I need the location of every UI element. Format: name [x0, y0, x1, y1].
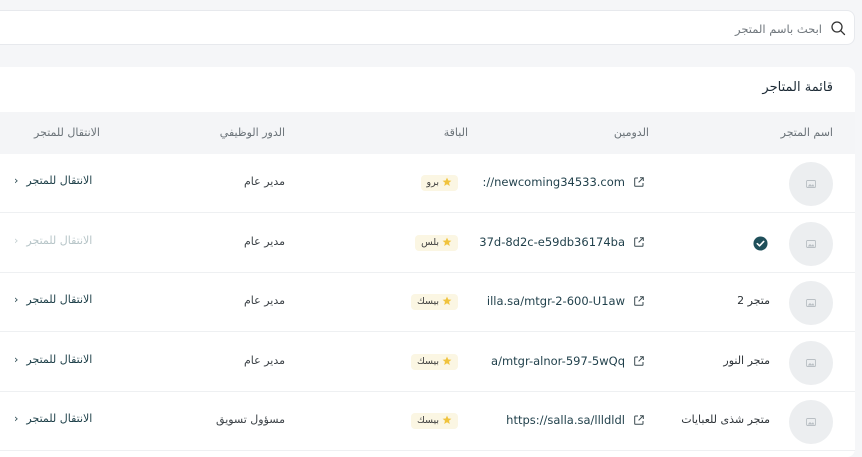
go-to-store-link[interactable]: › الانتقال للمتجر — [14, 293, 92, 306]
col-header-plan: الباقة — [443, 126, 468, 139]
go-to-store-label: الانتقال للمتجر — [26, 352, 93, 366]
store-avatar — [789, 162, 833, 206]
plan-label: بيسك — [417, 415, 439, 426]
external-link-icon — [634, 296, 644, 306]
plan-label: برو — [426, 177, 439, 188]
table-row: 37d-8d2c-e59db36174ba بلس مدير عام › الانتقا… — [0, 214, 855, 273]
chevron-right-icon: › — [14, 174, 19, 187]
table-row: ://newcoming34533.com برو مدير عام › الانتقا… — [0, 154, 855, 213]
plan-badge: برو — [420, 175, 458, 191]
role-text: مسؤول تسويق — [216, 413, 285, 426]
chevron-right-icon: › — [14, 233, 19, 247]
star-icon — [442, 296, 452, 305]
store-domain-link[interactable]: ://newcoming34533.com — [475, 173, 645, 193]
search-bar — [0, 10, 855, 45]
go-to-store-label: الانتقال للمتجر — [26, 293, 93, 306]
go-to-store-label: الانتقال للمتجر — [26, 233, 93, 247]
col-header-domain: الدومين — [613, 126, 649, 139]
store-domain-link[interactable]: illa.sa/mtgr-2-600-U1aw — [475, 292, 645, 312]
store-domain-link[interactable]: 37d-8d2c-e59db36174ba — [475, 233, 645, 253]
star-icon — [442, 356, 452, 365]
store-name: متجر شذى للعبايات — [681, 413, 770, 426]
external-link-icon — [634, 415, 644, 425]
domain-text: https://salla.sa/llldldl — [506, 413, 625, 427]
store-name: متجر النور — [723, 353, 770, 367]
store-avatar — [789, 221, 833, 266]
role-text: مدير عام — [243, 175, 285, 188]
external-link-icon — [634, 355, 644, 366]
external-link-icon — [634, 177, 644, 187]
verified-check-icon — [753, 235, 768, 251]
plan-badge: بيسك — [411, 353, 458, 370]
store-avatar — [789, 400, 833, 444]
role-text: مدير عام — [243, 294, 285, 307]
store-avatar — [789, 340, 833, 385]
stores-card: قائمة المتاجر اسم المتجر الدومين الباقة … — [0, 67, 855, 457]
domain-text: ://newcoming34533.com — [482, 175, 625, 189]
star-icon — [442, 415, 452, 424]
image-placeholder-icon — [806, 299, 816, 307]
col-header-role: الدور الوظيفي — [219, 126, 285, 139]
store-domain-link[interactable]: a/mtgr-alnor-597-5wQq — [475, 352, 645, 372]
role-text: مدير عام — [243, 234, 285, 248]
image-placeholder-icon — [806, 358, 816, 367]
go-to-store-link[interactable]: › الانتقال للمتجر — [14, 353, 92, 366]
go-to-store-link[interactable]: › الانتقال للمتجر — [14, 234, 92, 247]
domain-text: a/mtgr-alnor-597-5wQq — [491, 353, 625, 368]
store-avatar — [789, 281, 833, 325]
plan-label: بيسك — [417, 355, 439, 367]
col-header-goto: الانتقال للمتجر — [34, 126, 100, 139]
store-domain-link[interactable]: https://salla.sa/llldldl — [475, 411, 645, 431]
table-row: متجر شذى للعبايات https://salla.sa/llldld… — [0, 392, 855, 451]
table-header: اسم المتجر الدومين الباقة الدور الوظيفي … — [0, 112, 855, 154]
image-placeholder-icon — [806, 239, 816, 248]
plan-badge: بلس — [415, 234, 458, 251]
search-input[interactable] — [420, 18, 824, 40]
plan-label: بلس — [421, 236, 439, 248]
star-icon — [442, 177, 452, 186]
chevron-right-icon: › — [14, 293, 19, 306]
plan-badge: بيسك — [411, 294, 458, 310]
page-title: قائمة المتاجر — [762, 80, 833, 95]
table-row: متجر 2 illa.sa/mtgr-2-600-U1aw بيسك مدير عا… — [0, 273, 855, 332]
role-text: مدير عام — [243, 353, 285, 367]
go-to-store-link[interactable]: › الانتقال للمتجر — [14, 412, 92, 425]
domain-text: illa.sa/mtgr-2-600-U1aw — [486, 294, 625, 308]
go-to-store-label: الانتقال للمتجر — [26, 412, 93, 425]
go-to-store-label: الانتقال للمتجر — [26, 174, 93, 187]
star-icon — [442, 237, 452, 246]
image-placeholder-icon — [806, 418, 816, 426]
search-icon — [831, 21, 846, 36]
col-header-store-name: اسم المتجر — [780, 126, 833, 139]
go-to-store-link[interactable]: › الانتقال للمتجر — [14, 174, 92, 187]
image-placeholder-icon — [806, 180, 816, 188]
external-link-icon — [634, 236, 644, 247]
chevron-right-icon: › — [14, 352, 19, 366]
table-row: متجر النور a/mtgr-alnor-597-5wQq بيسك مدير … — [0, 333, 855, 392]
plan-badge: بيسك — [411, 413, 458, 429]
store-name: متجر 2 — [737, 294, 770, 307]
plan-label: بيسك — [417, 296, 439, 307]
domain-text: 37d-8d2c-e59db36174ba — [479, 234, 625, 249]
chevron-right-icon: › — [14, 412, 19, 425]
